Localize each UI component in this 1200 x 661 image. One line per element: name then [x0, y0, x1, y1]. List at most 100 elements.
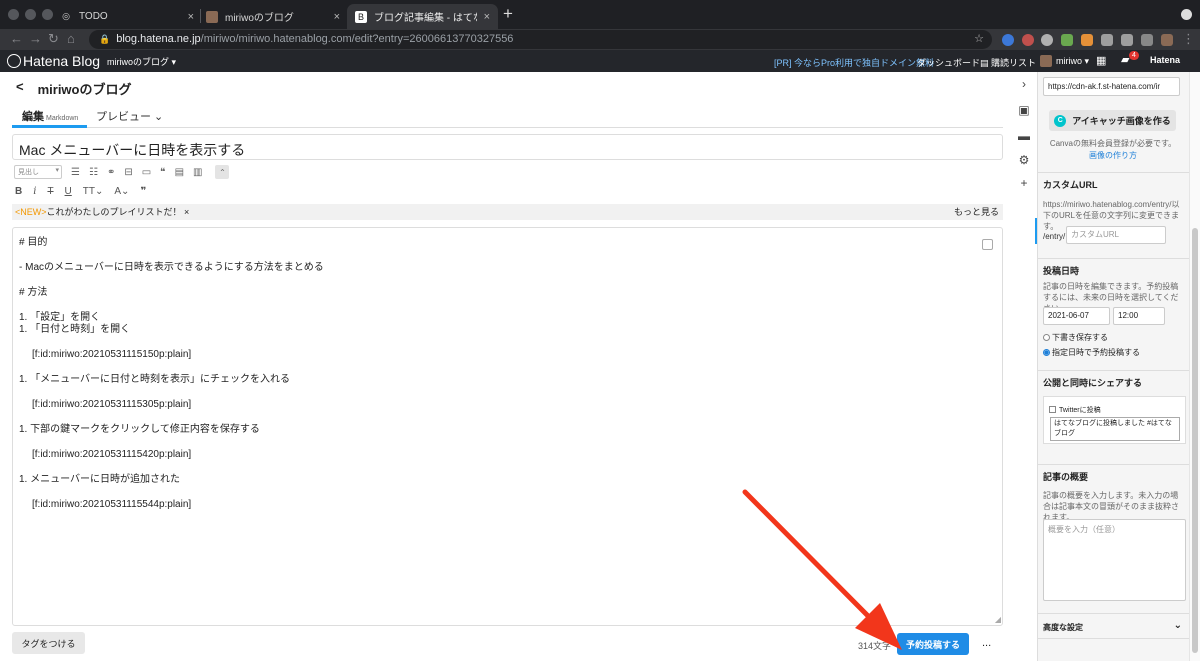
text-color-icon[interactable]: A⌄	[114, 186, 129, 197]
radio-selected-icon	[1043, 349, 1050, 356]
tab-close-icon[interactable]: ×	[334, 11, 340, 23]
news-link[interactable]: これがわたしのプレイリストだ！	[47, 207, 182, 217]
post-date-input[interactable]: 2021-06-07	[1043, 307, 1110, 325]
hatena-link[interactable]: Hatena	[1150, 55, 1180, 65]
copy-icon[interactable]	[982, 239, 993, 250]
extension-icon[interactable]	[1061, 34, 1073, 46]
bold-icon[interactable]: B	[15, 186, 22, 197]
news-tag: <NEW>	[15, 207, 47, 217]
bookmark-star-icon[interactable]: ☆	[974, 30, 984, 49]
hatena-blog-logo[interactable]: Hatena Blog	[7, 52, 100, 70]
tab-title: ブログ記事編集 - はてなブログ	[374, 13, 477, 24]
table-icon[interactable]: ▤	[175, 167, 184, 178]
advanced-settings-toggle[interactable]: 高度な設定 ⌄	[1037, 613, 1189, 639]
font-size-icon[interactable]: TT⌄	[83, 186, 104, 197]
editor-line-image: [f:id:miriwo:20210531115150p:plain]	[32, 349, 192, 360]
hatena-favicon-icon: B	[355, 10, 367, 23]
add-tag-button[interactable]: タグをつける	[12, 632, 85, 654]
editor-line-image: [f:id:miriwo:20210531115420p:plain]	[32, 449, 192, 460]
home-icon[interactable]: ⌂	[67, 31, 75, 47]
link-icon[interactable]: ⚭	[107, 167, 115, 178]
extension-icon[interactable]	[1002, 34, 1014, 46]
back-arrow-icon[interactable]: ←	[10, 31, 23, 47]
news-more-link[interactable]: もっと見る	[954, 204, 999, 220]
blog-switcher[interactable]: miriwoのブログ ▾	[107, 55, 176, 68]
tab-edit[interactable]: 編集 Markdown	[22, 108, 78, 124]
extension-icon[interactable]	[1101, 34, 1113, 46]
window-minimize-button[interactable]	[25, 9, 36, 20]
numbered-list-icon[interactable]: ☷	[89, 167, 98, 178]
blog-name[interactable]: miriwoのブログ	[38, 79, 132, 98]
folder-icon[interactable]: ▬	[1017, 129, 1031, 143]
collapse-toolbar-icon[interactable]: ⌃	[215, 165, 230, 179]
radio-save-draft[interactable]: 下書き保存する	[1043, 332, 1108, 343]
browser-tab-todo[interactable]: ◎ TODO ×	[52, 4, 202, 29]
strikethrough-icon[interactable]: T	[47, 186, 53, 197]
canva-howto-link[interactable]: 画像の作り方	[1043, 150, 1183, 161]
sidebar-scroll-thumb[interactable]	[1192, 228, 1198, 653]
reload-icon[interactable]: ↻	[48, 31, 59, 47]
resize-handle-icon[interactable]: ◢	[995, 616, 1001, 624]
custom-url-heading: カスタムURL	[1037, 172, 1189, 194]
user-menu[interactable]: miriwo ▾	[1040, 55, 1089, 67]
extension-icon[interactable]	[1081, 34, 1093, 46]
format-toolbar-row1: 見出し ☰ ☷ ⚭ ⊟ ▭ ❝ ▤ ▥ ⌃	[14, 164, 230, 180]
more-options-button[interactable]: ...	[982, 637, 991, 649]
heading-select[interactable]: 見出し	[14, 165, 62, 179]
subscriptions-link[interactable]: ▤ 購読リスト	[980, 56, 1036, 69]
puzzle-icon[interactable]	[1141, 34, 1153, 46]
share-heading: 公開と同時にシェアする	[1037, 370, 1189, 392]
tab-close-icon[interactable]: ×	[484, 11, 490, 23]
entry-title-input[interactable]: Mac メニューバーに日時を表示する	[12, 134, 1003, 160]
kebab-menu-icon[interactable]: ⋮	[1182, 31, 1195, 47]
code-block-icon[interactable]: ▥	[193, 167, 202, 178]
custom-url-input[interactable]: カスタムURL	[1066, 226, 1166, 244]
twitter-checkbox[interactable]: Twitterに投稿	[1049, 405, 1101, 415]
tab-preview[interactable]: プレビュー ⌄	[96, 108, 163, 124]
profile-avatar[interactable]	[1161, 34, 1173, 46]
extension-icon[interactable]	[1022, 34, 1034, 46]
body-editor[interactable]: # 目的 - Macのメニューバーに日時を表示できるようにする方法をまとめる #…	[12, 227, 1003, 626]
gear-icon[interactable]: ⚙	[1017, 153, 1031, 167]
eyecatch-url-field[interactable]: https://cdn-ak.f.st-hatena.com/ir	[1043, 77, 1180, 96]
italic-icon[interactable]: i	[33, 186, 36, 197]
quote-icon[interactable]: ❝	[160, 167, 165, 178]
photo-icon[interactable]: ▣	[1017, 103, 1031, 117]
collapse-sidebar-icon[interactable]: ›	[1017, 77, 1031, 91]
bullet-list-icon[interactable]: ☰	[71, 167, 80, 178]
editor-line: 1. 下部の鍵マークをクリックして修正内容を保存する	[19, 424, 260, 435]
tweet-text-input[interactable]: はてなブログに投稿しました #はてなブログ	[1050, 417, 1180, 441]
tab-close-icon[interactable]: ×	[188, 11, 194, 23]
radio-schedule[interactable]: 指定日時で予約投稿する	[1043, 347, 1140, 358]
dashboard-link[interactable]: ダッシュボード	[917, 56, 980, 69]
new-tab-button[interactable]: +	[503, 5, 513, 23]
horizontal-rule-icon[interactable]: ⊟	[124, 167, 132, 178]
browser-tab-blog[interactable]: miriwoのブログ ×	[198, 4, 348, 29]
chevron-down-icon: ⌄	[1173, 620, 1182, 631]
apps-grid-icon[interactable]: ▦	[1096, 54, 1106, 67]
plus-icon[interactable]: +	[1017, 176, 1031, 190]
quotation-icon[interactable]: ❞	[140, 186, 146, 197]
extension-icon[interactable]	[1041, 34, 1053, 46]
pro-promo-link[interactable]: [PR] 今ならPro利用で独自ドメイン無料	[774, 56, 934, 69]
underline-icon[interactable]: U	[65, 186, 72, 197]
back-chevron-icon[interactable]: <	[16, 79, 24, 98]
create-eyecatch-button[interactable]: C アイキャッチ画像を作る	[1049, 110, 1176, 131]
extension-icon[interactable]	[1121, 34, 1133, 46]
browser-tab-editor[interactable]: B ブログ記事編集 - はてなブログ ×	[347, 4, 498, 29]
post-time-input[interactable]: 12:00	[1113, 307, 1165, 325]
address-bar[interactable]: 🔒 blog.hatena.ne.jp/miriwo/miriwo.hatenab…	[89, 30, 992, 49]
window-close-button[interactable]	[8, 9, 19, 20]
editor-line: - Macのメニューバーに日時を表示できるようにする方法をまとめる	[19, 262, 324, 273]
post-date-heading: 投稿日時	[1037, 258, 1189, 280]
tab-search-button[interactable]	[1181, 9, 1192, 20]
summary-input[interactable]: 概要を入力（任意）	[1043, 519, 1186, 601]
forward-arrow-icon[interactable]: →	[29, 31, 42, 47]
more-separator-icon[interactable]: ▭	[142, 167, 151, 178]
schedule-publish-button[interactable]: 予約投稿する	[897, 633, 969, 655]
news-close-icon[interactable]: ×	[184, 207, 189, 217]
